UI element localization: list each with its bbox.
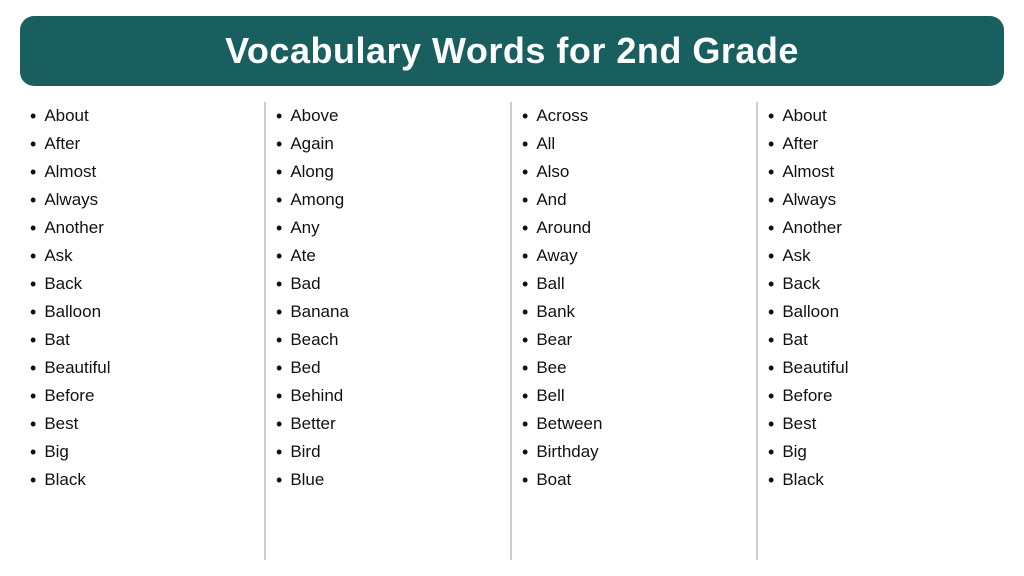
list-item: Above	[276, 102, 500, 130]
list-item: Bell	[522, 382, 746, 410]
list-item: Always	[30, 186, 254, 214]
list-item: And	[522, 186, 746, 214]
list-item: Almost	[768, 158, 994, 186]
word-column-2: AboveAgainAlongAmongAnyAteBadBananaBeach…	[266, 102, 512, 560]
list-item: Bee	[522, 354, 746, 382]
list-item: After	[30, 130, 254, 158]
list-item: Between	[522, 410, 746, 438]
list-item: Banana	[276, 298, 500, 326]
list-item: Big	[768, 438, 994, 466]
page-title: Vocabulary Words for 2nd Grade	[40, 30, 984, 72]
list-item: Beautiful	[30, 354, 254, 382]
list-item: Best	[768, 410, 994, 438]
list-item: Again	[276, 130, 500, 158]
list-item: Also	[522, 158, 746, 186]
list-item: Ask	[768, 242, 994, 270]
list-item: Blue	[276, 466, 500, 494]
word-column-4: AboutAfterAlmostAlwaysAnotherAskBackBall…	[758, 102, 1004, 560]
list-item: Back	[30, 270, 254, 298]
list-item: Bank	[522, 298, 746, 326]
list-item: Always	[768, 186, 994, 214]
list-item: Boat	[522, 466, 746, 494]
list-item: Behind	[276, 382, 500, 410]
list-item: Another	[30, 214, 254, 242]
list-item: Balloon	[768, 298, 994, 326]
list-item: Across	[522, 102, 746, 130]
word-column-3: AcrossAllAlsoAndAroundAwayBallBankBearBe…	[512, 102, 758, 560]
list-item: Beautiful	[768, 354, 994, 382]
list-item: Another	[768, 214, 994, 242]
list-item: Big	[30, 438, 254, 466]
list-item: Back	[768, 270, 994, 298]
word-list-4: AboutAfterAlmostAlwaysAnotherAskBackBall…	[768, 102, 994, 494]
list-item: Ball	[522, 270, 746, 298]
word-list-1: AboutAfterAlmostAlwaysAnotherAskBackBall…	[30, 102, 254, 494]
list-item: Along	[276, 158, 500, 186]
list-item: About	[768, 102, 994, 130]
list-item: After	[768, 130, 994, 158]
list-item: Bear	[522, 326, 746, 354]
list-item: Birthday	[522, 438, 746, 466]
list-item: Black	[768, 466, 994, 494]
word-list-2: AboveAgainAlongAmongAnyAteBadBananaBeach…	[276, 102, 500, 494]
list-item: Any	[276, 214, 500, 242]
list-item: Ask	[30, 242, 254, 270]
list-item: About	[30, 102, 254, 130]
list-item: Before	[30, 382, 254, 410]
list-item: Beach	[276, 326, 500, 354]
list-item: Bird	[276, 438, 500, 466]
word-list-3: AcrossAllAlsoAndAroundAwayBallBankBearBe…	[522, 102, 746, 494]
page-wrapper: Vocabulary Words for 2nd Grade AboutAfte…	[0, 0, 1024, 576]
list-item: Among	[276, 186, 500, 214]
list-item: Bat	[768, 326, 994, 354]
word-column-1: AboutAfterAlmostAlwaysAnotherAskBackBall…	[20, 102, 266, 560]
list-item: Bat	[30, 326, 254, 354]
list-item: Ate	[276, 242, 500, 270]
list-item: Balloon	[30, 298, 254, 326]
list-item: Better	[276, 410, 500, 438]
list-item: Before	[768, 382, 994, 410]
list-item: Best	[30, 410, 254, 438]
title-banner: Vocabulary Words for 2nd Grade	[20, 16, 1004, 86]
list-item: Black	[30, 466, 254, 494]
list-item: Almost	[30, 158, 254, 186]
columns-container: AboutAfterAlmostAlwaysAnotherAskBackBall…	[20, 102, 1004, 560]
list-item: Bad	[276, 270, 500, 298]
list-item: All	[522, 130, 746, 158]
list-item: Away	[522, 242, 746, 270]
list-item: Around	[522, 214, 746, 242]
list-item: Bed	[276, 354, 500, 382]
